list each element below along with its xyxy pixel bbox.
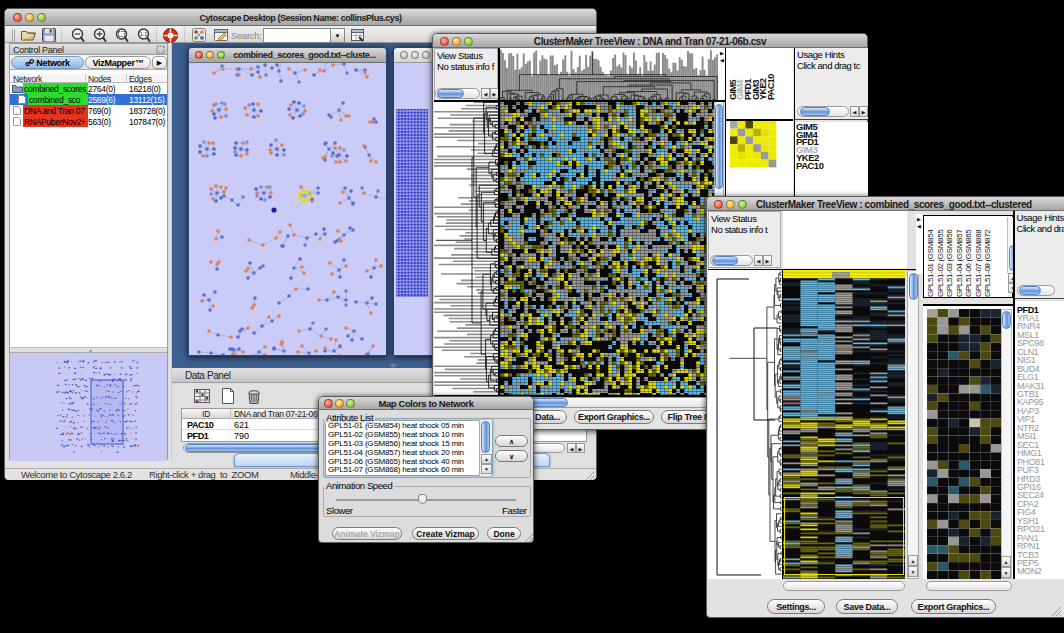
svg-text:1:1: 1:1 bbox=[140, 31, 148, 37]
